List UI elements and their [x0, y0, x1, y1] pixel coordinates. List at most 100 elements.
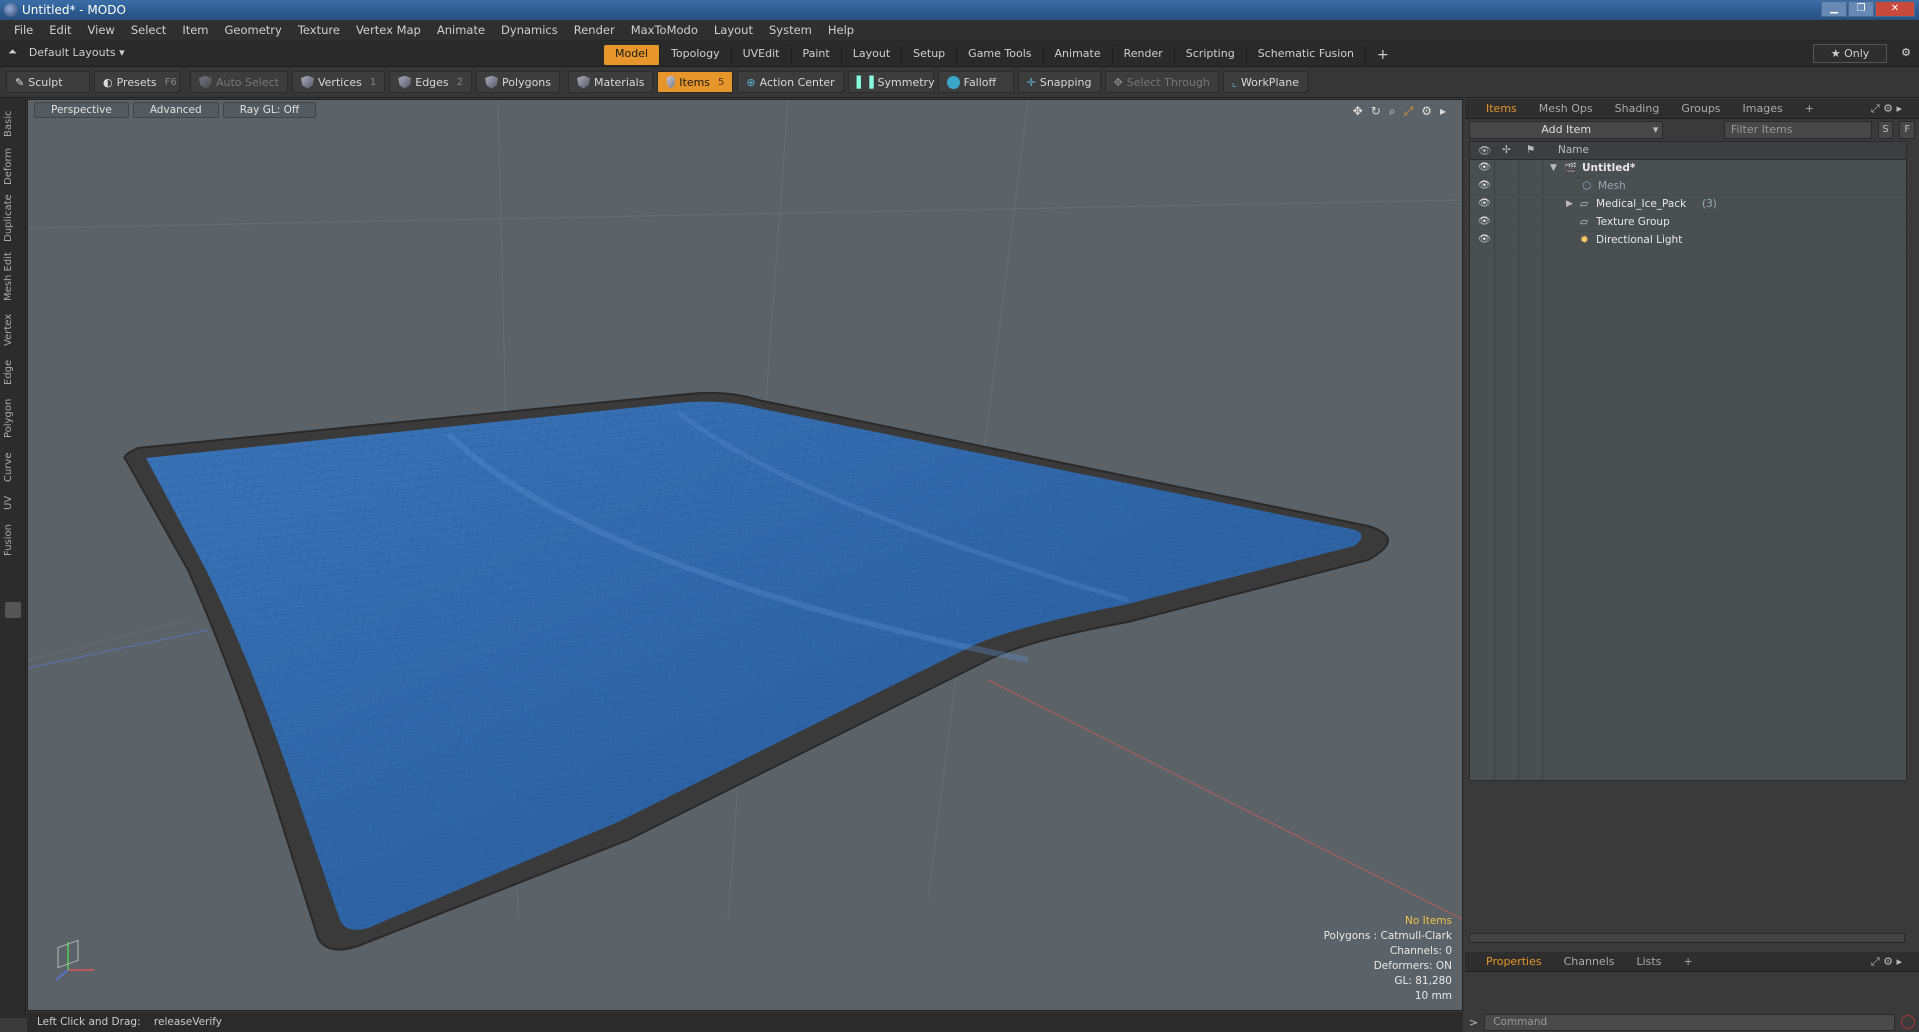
lock-column-icon[interactable]: ✢	[1502, 144, 1511, 156]
menu-edit[interactable]: Edit	[41, 23, 79, 37]
add-panel-tab-button[interactable]: +	[1794, 102, 1825, 115]
filter-f-button[interactable]: F	[1899, 121, 1915, 139]
tab-vertex[interactable]: Vertex	[3, 310, 23, 350]
tab-mesh-edit[interactable]: Mesh Edit	[3, 250, 23, 304]
gear-icon[interactable]: ⚙	[1901, 46, 1911, 59]
props-panel-options-icon[interactable]: ⤢ ⚙ ▸	[1860, 955, 1913, 969]
auto-select-button[interactable]: Auto Select	[190, 71, 288, 93]
only-toggle[interactable]: ★ Only	[1813, 44, 1887, 63]
left-panel-toggle[interactable]	[5, 602, 21, 618]
tab-fusion[interactable]: Fusion	[3, 520, 23, 560]
collapse-arrow-icon[interactable]: ⏶	[8, 45, 17, 59]
item-row-texture-group[interactable]: 👁 ▱ Texture Group	[1470, 214, 1906, 232]
command-input[interactable]: Command	[1484, 1013, 1895, 1031]
tab-basic[interactable]: Basic	[3, 106, 23, 142]
tab-polygon[interactable]: Polygon	[3, 394, 23, 442]
tab-topology[interactable]: Topology	[660, 45, 732, 65]
item-list-scrollbar[interactable]	[1469, 933, 1905, 943]
zoom-icon[interactable]: ⌕	[1389, 104, 1396, 119]
close-button[interactable]: ✕	[1875, 1, 1915, 17]
menu-select[interactable]: Select	[123, 23, 174, 37]
menu-animate[interactable]: Animate	[429, 23, 493, 37]
viewport-menu-arrow-icon[interactable]: ▸	[1440, 104, 1446, 119]
visibility-eye-icon[interactable]: 👁	[1478, 198, 1491, 209]
tab-model[interactable]: Model	[604, 45, 661, 65]
tab-scripting[interactable]: Scripting	[1175, 45, 1247, 65]
menu-geometry[interactable]: Geometry	[217, 23, 290, 37]
tab-schematic-fusion[interactable]: Schematic Fusion	[1247, 45, 1367, 65]
expand-arrow-icon[interactable]: ▶	[1566, 199, 1573, 209]
tab-render[interactable]: Render	[1113, 45, 1175, 65]
snapping-button[interactable]: ✛ Snapping	[1017, 71, 1101, 93]
item-row-directional-light[interactable]: 👁 ✹ Directional Light	[1470, 232, 1906, 250]
minimize-button[interactable]: ▁	[1821, 1, 1847, 17]
tab-mesh-ops[interactable]: Mesh Ops	[1528, 102, 1604, 115]
visibility-eye-icon[interactable]: 👁	[1478, 180, 1491, 191]
rotate-icon[interactable]: ↻	[1371, 104, 1381, 119]
presets-button[interactable]: ◐ Presets F6	[94, 71, 180, 93]
tab-animate[interactable]: Animate	[1044, 45, 1113, 65]
tab-duplicate[interactable]: Duplicate	[3, 192, 23, 244]
maximize-button[interactable]: ❐	[1848, 1, 1874, 17]
panel-options-icon[interactable]: ⤢ ⚙ ▸	[1860, 102, 1913, 116]
pan-icon[interactable]: ✥	[1353, 104, 1363, 119]
visibility-column-icon[interactable]: 👁	[1478, 144, 1491, 157]
3d-viewport[interactable]: Perspective Advanced Ray GL: Off ✥ ↻ ⌕ ⤢…	[27, 99, 1463, 1011]
menu-view[interactable]: View	[80, 23, 123, 37]
menu-maxtomodo[interactable]: MaxToModo	[623, 23, 706, 37]
edges-button[interactable]: Edges 2	[389, 71, 473, 93]
viewport-perspective-button[interactable]: Perspective	[34, 102, 129, 118]
menu-texture[interactable]: Texture	[290, 23, 348, 37]
tab-lists[interactable]: Lists	[1626, 955, 1673, 968]
visibility-eye-icon[interactable]: 👁	[1478, 216, 1491, 227]
add-item-dropdown[interactable]: Add Item	[1469, 121, 1664, 139]
add-tab-button[interactable]: +	[1366, 45, 1400, 65]
tab-shading[interactable]: Shading	[1604, 102, 1671, 115]
tab-items[interactable]: Items	[1475, 102, 1528, 115]
tab-channels[interactable]: Channels	[1553, 955, 1626, 968]
menu-layout[interactable]: Layout	[706, 23, 761, 37]
item-row-mesh[interactable]: 👁 ⬡ Mesh	[1470, 178, 1906, 196]
tab-game-tools[interactable]: Game Tools	[957, 45, 1044, 65]
menu-help[interactable]: Help	[820, 23, 862, 37]
viewport-advanced-button[interactable]: Advanced	[132, 102, 219, 118]
tab-edge[interactable]: Edge	[3, 356, 23, 388]
tab-groups[interactable]: Groups	[1670, 102, 1731, 115]
workplane-button[interactable]: ⌞ WorkPlane	[1222, 71, 1308, 93]
symmetry-button[interactable]: ▌▐ Symmetry	[847, 71, 935, 93]
viewport-gear-icon[interactable]: ⚙	[1421, 104, 1432, 119]
tab-paint[interactable]: Paint	[792, 45, 842, 65]
expand-arrow-icon[interactable]: ▼	[1550, 163, 1557, 173]
vertices-button[interactable]: Vertices 1	[291, 71, 386, 93]
default-layouts-dropdown[interactable]: Default Layouts ▾	[29, 46, 125, 59]
visibility-eye-icon[interactable]: 👁	[1478, 234, 1491, 245]
record-macro-icon[interactable]	[1901, 1015, 1915, 1029]
add-props-tab-button[interactable]: +	[1672, 955, 1703, 968]
maximize-viewport-icon[interactable]: ⤢	[1404, 104, 1414, 119]
materials-button[interactable]: Materials	[568, 71, 654, 93]
filter-items-input[interactable]: Filter Items	[1723, 121, 1872, 139]
menu-dynamics[interactable]: Dynamics	[493, 23, 566, 37]
tab-layout[interactable]: Layout	[842, 45, 903, 65]
tab-properties[interactable]: Properties	[1475, 955, 1553, 968]
tab-uvedit[interactable]: UVEdit	[732, 45, 792, 65]
menu-item[interactable]: Item	[174, 23, 216, 37]
tab-setup[interactable]: Setup	[902, 45, 958, 65]
menu-vertex-map[interactable]: Vertex Map	[348, 23, 429, 37]
tab-deform[interactable]: Deform	[3, 146, 23, 186]
tab-uv[interactable]: UV	[3, 492, 23, 514]
menu-file[interactable]: File	[6, 23, 41, 37]
falloff-button[interactable]: Falloff	[937, 71, 1014, 93]
item-row-untitled[interactable]: 👁 ▼ 🎬 Untitled*	[1470, 160, 1906, 178]
tab-curve[interactable]: Curve	[3, 448, 23, 486]
item-row-medical-ice-pack[interactable]: 👁 ▶ ▱ Medical_Ice_Pack (3)	[1470, 196, 1906, 214]
tab-images[interactable]: Images	[1732, 102, 1794, 115]
action-center-button[interactable]: ⊕ Action Center	[737, 71, 844, 93]
menu-render[interactable]: Render	[566, 23, 623, 37]
menu-system[interactable]: System	[761, 23, 820, 37]
items-button[interactable]: Items 5	[657, 71, 734, 93]
polygons-button[interactable]: Polygons	[476, 71, 560, 93]
render-column-icon[interactable]: ⚑	[1526, 144, 1535, 156]
select-through-button[interactable]: ✥ Select Through	[1104, 71, 1219, 93]
visibility-eye-icon[interactable]: 👁	[1478, 162, 1491, 173]
